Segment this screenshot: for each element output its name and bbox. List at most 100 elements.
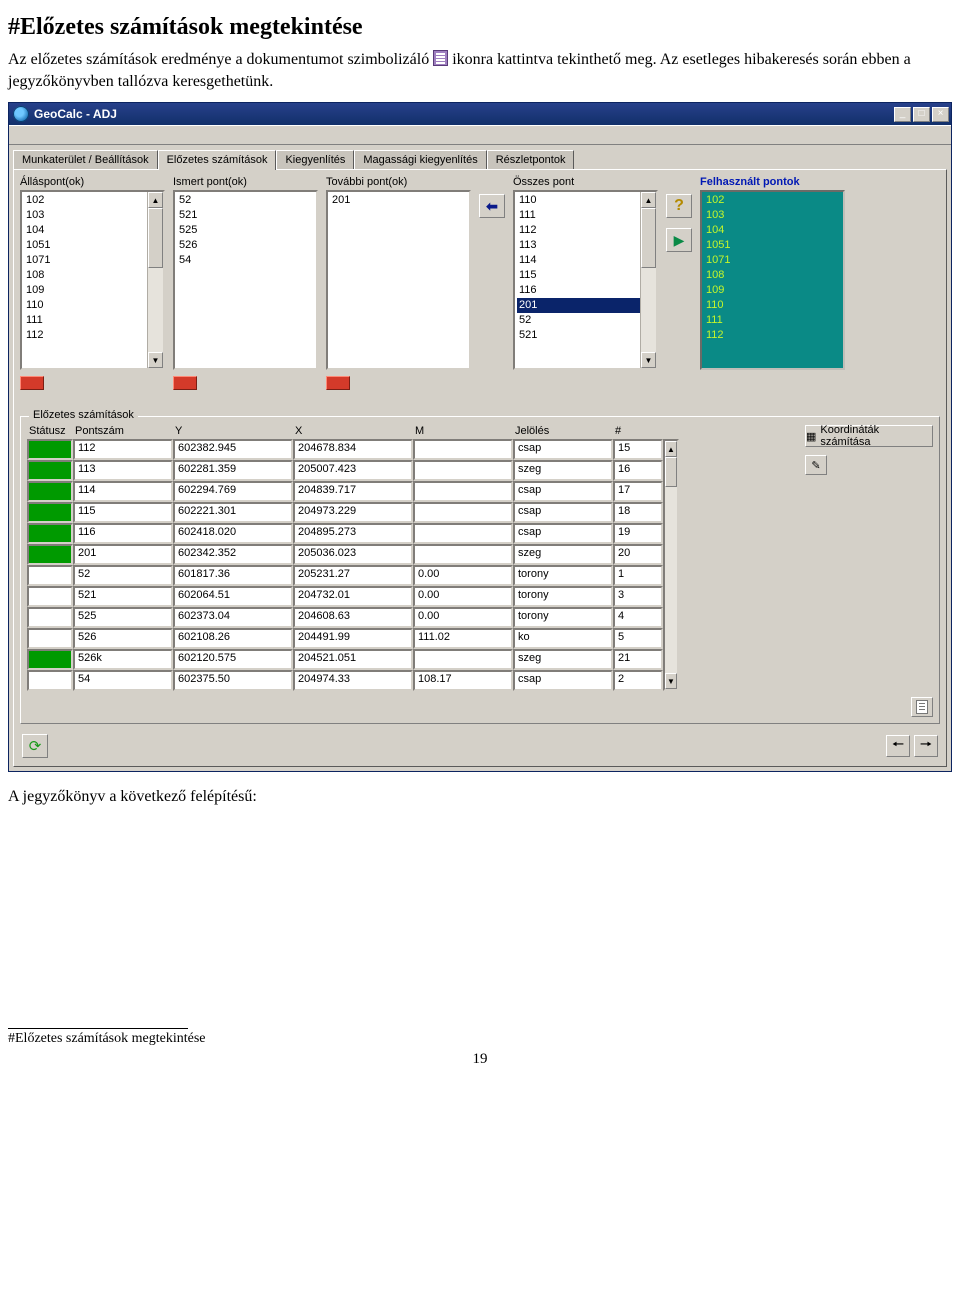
cell[interactable]: 115: [73, 502, 173, 523]
cell[interactable]: 0.00: [413, 565, 513, 586]
cell[interactable]: 526k: [73, 649, 173, 670]
list-item[interactable]: 111: [24, 313, 161, 328]
cell[interactable]: 201: [73, 544, 173, 565]
cell[interactable]: 602294.769: [173, 481, 293, 502]
list-item[interactable]: 525: [177, 223, 314, 238]
remove-known-button[interactable]: [173, 376, 197, 390]
list-item[interactable]: 521: [517, 328, 654, 343]
cell[interactable]: [413, 649, 513, 670]
cell[interactable]: 602382.945: [173, 439, 293, 460]
table-row[interactable]: 526602108.26204491.99111.02ko5: [27, 628, 663, 649]
run-button[interactable]: ▶: [666, 228, 692, 252]
cell[interactable]: 521: [73, 586, 173, 607]
tab-prelim-calcs[interactable]: Előzetes számítások: [158, 150, 277, 170]
list-item[interactable]: 52: [517, 313, 654, 328]
list-item[interactable]: 54: [177, 253, 314, 268]
cell[interactable]: 204973.229: [293, 502, 413, 523]
table-row[interactable]: 521602064.51204732.010.00torony3: [27, 586, 663, 607]
cell[interactable]: 205036.023: [293, 544, 413, 565]
scroll-thumb[interactable]: [148, 208, 163, 268]
calc-coords-button[interactable]: ▦ Koordináták számítása: [805, 425, 933, 447]
table-row[interactable]: 113602281.359205007.423szeg16: [27, 460, 663, 481]
cell[interactable]: 204895.273: [293, 523, 413, 544]
cell[interactable]: 205231.27: [293, 565, 413, 586]
scroll-down-icon[interactable]: ▼: [665, 673, 677, 689]
cell[interactable]: 602373.04: [173, 607, 293, 628]
cell[interactable]: [413, 439, 513, 460]
tab-height-adjustment[interactable]: Magassági kiegyenlítés: [354, 150, 486, 170]
cell[interactable]: 602108.26: [173, 628, 293, 649]
cell[interactable]: [27, 607, 73, 628]
cell[interactable]: [27, 628, 73, 649]
cell[interactable]: 204974.33: [293, 670, 413, 691]
cell[interactable]: 21: [613, 649, 663, 670]
cell[interactable]: 525: [73, 607, 173, 628]
cell[interactable]: 16: [613, 460, 663, 481]
list-item[interactable]: 109: [704, 283, 841, 298]
cell[interactable]: 4: [613, 607, 663, 628]
minimize-button[interactable]: _: [894, 107, 911, 122]
cell[interactable]: 602221.301: [173, 502, 293, 523]
list-item[interactable]: 116: [517, 283, 654, 298]
refresh-button[interactable]: ⟳: [22, 734, 48, 758]
list-item[interactable]: 201: [517, 298, 654, 313]
scroll-up-icon[interactable]: ▲: [148, 192, 163, 208]
cell[interactable]: 108.17: [413, 670, 513, 691]
move-left-button[interactable]: ⬅: [479, 194, 505, 218]
grid-scrollbar[interactable]: ▲ ▼: [663, 439, 679, 691]
list-item[interactable]: 102: [24, 193, 161, 208]
list-item[interactable]: 110: [517, 193, 654, 208]
cell[interactable]: 2: [613, 670, 663, 691]
cell[interactable]: 3: [613, 586, 663, 607]
list-used-points[interactable]: 10210310410511071108109110111112: [700, 190, 845, 370]
scroll-down-icon[interactable]: ▼: [641, 352, 656, 368]
cell[interactable]: 602064.51: [173, 586, 293, 607]
cell[interactable]: 0.00: [413, 607, 513, 628]
cell[interactable]: 602120.575: [173, 649, 293, 670]
table-row[interactable]: 116602418.020204895.273csap19: [27, 523, 663, 544]
list-all-points[interactable]: 11011111211311411511620152521 ▲▼: [513, 190, 658, 370]
cell[interactable]: 114: [73, 481, 173, 502]
cell[interactable]: csap: [513, 439, 613, 460]
list-station-points[interactable]: 10210310410511071108109110111112 ▲▼: [20, 190, 165, 370]
cell[interactable]: 205007.423: [293, 460, 413, 481]
list-item[interactable]: 1071: [704, 253, 841, 268]
cell[interactable]: csap: [513, 481, 613, 502]
table-row[interactable]: 115602221.301204973.229csap18: [27, 502, 663, 523]
report-button[interactable]: [911, 697, 933, 717]
list-item[interactable]: 111: [517, 208, 654, 223]
list-item[interactable]: 112: [24, 328, 161, 343]
table-row[interactable]: 525602373.04204608.630.00torony4: [27, 607, 663, 628]
cell[interactable]: 204678.834: [293, 439, 413, 460]
remove-station-button[interactable]: [20, 376, 44, 390]
cell[interactable]: [27, 439, 73, 460]
cell[interactable]: 19: [613, 523, 663, 544]
table-row[interactable]: 526k602120.575204521.051szeg21: [27, 649, 663, 670]
list-item[interactable]: 1071: [24, 253, 161, 268]
list-item[interactable]: 110: [24, 298, 161, 313]
cell[interactable]: csap: [513, 523, 613, 544]
cell[interactable]: 204732.01: [293, 586, 413, 607]
table-row[interactable]: 54602375.50204974.33108.17csap2: [27, 670, 663, 691]
scroll-thumb[interactable]: [641, 208, 656, 268]
list-item[interactable]: 103: [704, 208, 841, 223]
cell[interactable]: [27, 586, 73, 607]
close-button[interactable]: ×: [932, 107, 949, 122]
cell[interactable]: 52: [73, 565, 173, 586]
list-item[interactable]: 1051: [24, 238, 161, 253]
scroll-up-icon[interactable]: ▲: [665, 441, 677, 457]
cell[interactable]: 204608.63: [293, 607, 413, 628]
cell[interactable]: 204839.717: [293, 481, 413, 502]
cell[interactable]: 20: [613, 544, 663, 565]
cell[interactable]: 0.00: [413, 586, 513, 607]
cell[interactable]: [413, 460, 513, 481]
maximize-button[interactable]: □: [913, 107, 930, 122]
tab-adjustment[interactable]: Kiegyenlítés: [276, 150, 354, 170]
help-button[interactable]: ?: [666, 194, 692, 218]
cell[interactable]: 18: [613, 502, 663, 523]
list-item[interactable]: 112: [704, 328, 841, 343]
list-item[interactable]: 111: [704, 313, 841, 328]
list-item[interactable]: 521: [177, 208, 314, 223]
cell[interactable]: 17: [613, 481, 663, 502]
cell[interactable]: torony: [513, 607, 613, 628]
